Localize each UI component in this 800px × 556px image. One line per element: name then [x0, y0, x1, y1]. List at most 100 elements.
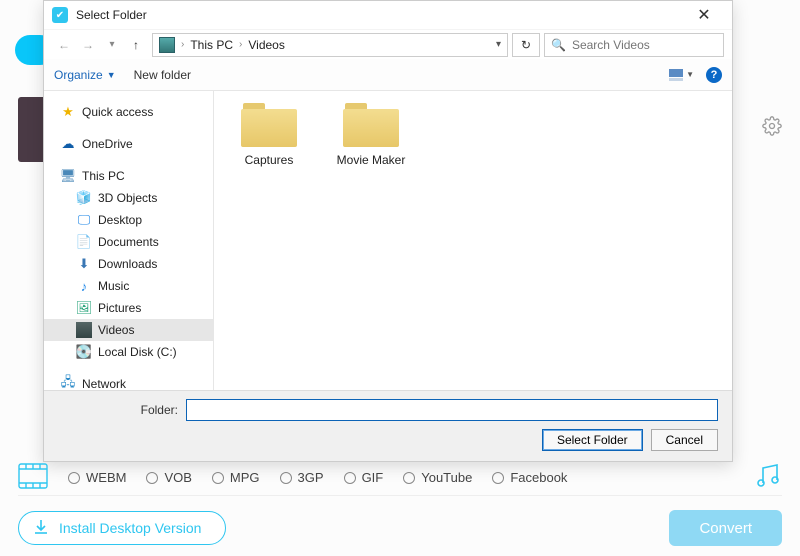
music-icon[interactable]	[754, 463, 782, 492]
download-icon	[33, 519, 49, 538]
folder-icon	[241, 103, 297, 147]
chevron-down-icon[interactable]: ▾	[496, 39, 501, 50]
format-label: WEBM	[86, 470, 126, 485]
tree-label: Downloads	[98, 257, 157, 271]
search-box[interactable]: 🔍	[544, 33, 724, 57]
help-icon[interactable]: ?	[706, 67, 722, 83]
gear-icon[interactable]	[762, 116, 782, 139]
format-facebook[interactable]: Facebook	[492, 470, 567, 485]
picture-icon: 🖼	[76, 300, 92, 316]
folder-captures[interactable]: Captures	[232, 103, 306, 167]
download-icon: ⬇	[76, 256, 92, 272]
format-row: WEBM VOB MPG 3GP GIF YouTube Facebook	[18, 460, 782, 496]
network-icon: 🖧	[60, 376, 76, 390]
music-note-icon: ♪	[76, 278, 92, 294]
select-folder-dialog: ✔ Select Folder ✕ ← → ▾ ↑ › This PC › Vi…	[43, 0, 733, 462]
bottom-row: Install Desktop Version Convert	[18, 510, 782, 546]
tree-this-pc[interactable]: 🖥 This PC	[44, 165, 213, 187]
radio-icon	[68, 472, 80, 484]
tree-onedrive[interactable]: ☁ OneDrive	[44, 133, 213, 155]
recent-locations-button[interactable]: ▾	[100, 33, 124, 57]
tree-label: Quick access	[82, 105, 153, 119]
folder-content[interactable]: Captures Movie Maker	[214, 91, 732, 390]
radio-icon	[146, 472, 158, 484]
app-icon: ✔	[52, 7, 68, 23]
format-vob[interactable]: VOB	[146, 470, 191, 485]
format-label: Facebook	[510, 470, 567, 485]
folder-label: Movie Maker	[334, 153, 408, 167]
organize-menu[interactable]: Organize ▼	[54, 68, 116, 82]
format-label: VOB	[164, 470, 191, 485]
tree-label: Local Disk (C:)	[98, 345, 177, 359]
folder-icon	[343, 103, 399, 147]
film-strip-icon[interactable]	[18, 463, 48, 492]
radio-icon	[492, 472, 504, 484]
tree-pictures[interactable]: 🖼 Pictures	[44, 297, 213, 319]
format-youtube[interactable]: YouTube	[403, 470, 472, 485]
cube-icon: 🧊	[76, 190, 92, 206]
breadcrumb[interactable]: › This PC › Videos ▾	[152, 33, 508, 57]
cloud-icon: ☁	[60, 136, 76, 152]
desktop-icon: 🖵	[76, 212, 92, 228]
tree-local-disk[interactable]: 💽 Local Disk (C:)	[44, 341, 213, 363]
film-icon	[76, 322, 92, 338]
format-gif[interactable]: GIF	[344, 470, 384, 485]
chevron-down-icon: ▼	[686, 70, 694, 79]
organize-label: Organize	[54, 68, 103, 82]
tree-network[interactable]: 🖧 Network	[44, 373, 213, 390]
tree-label: Network	[82, 377, 126, 390]
new-folder-button[interactable]: New folder	[134, 68, 191, 82]
folder-input[interactable]	[186, 399, 718, 421]
tree-3d-objects[interactable]: 🧊 3D Objects	[44, 187, 213, 209]
tree-downloads[interactable]: ⬇ Downloads	[44, 253, 213, 275]
tree-label: Documents	[98, 235, 159, 249]
install-desktop-button[interactable]: Install Desktop Version	[18, 511, 226, 545]
tree-label: This PC	[82, 169, 125, 183]
close-icon[interactable]: ✕	[684, 5, 724, 25]
tree-label: 3D Objects	[98, 191, 157, 205]
chevron-down-icon: ▼	[107, 70, 116, 80]
dialog-title: Select Folder	[76, 8, 147, 22]
tree-videos[interactable]: Videos	[44, 319, 213, 341]
folder-movie-maker[interactable]: Movie Maker	[334, 103, 408, 167]
document-icon: 📄	[76, 234, 92, 250]
select-folder-button[interactable]: Select Folder	[542, 429, 643, 451]
tree-label: Music	[98, 279, 129, 293]
format-label: YouTube	[421, 470, 472, 485]
chevron-right-icon: ›	[179, 39, 186, 50]
tree-quick-access[interactable]: ★Quick access	[44, 101, 213, 123]
view-options-button[interactable]: ▼	[668, 68, 694, 82]
dialog-footer: Folder: Select Folder Cancel	[44, 390, 732, 461]
tree-music[interactable]: ♪ Music	[44, 275, 213, 297]
search-icon: 🔍	[551, 38, 566, 52]
format-label: MPG	[230, 470, 260, 485]
up-button[interactable]: ↑	[124, 33, 148, 57]
radio-icon	[403, 472, 415, 484]
breadcrumb-this-pc[interactable]: This PC	[190, 38, 233, 52]
format-mpg[interactable]: MPG	[212, 470, 260, 485]
breadcrumb-videos[interactable]: Videos	[248, 38, 284, 52]
search-input[interactable]	[572, 38, 717, 52]
tree-label: Videos	[98, 323, 134, 337]
folder-field-label: Folder:	[58, 403, 178, 417]
back-button[interactable]: ←	[52, 33, 76, 57]
install-label: Install Desktop Version	[59, 520, 201, 536]
tree-label: Pictures	[98, 301, 141, 315]
tree-documents[interactable]: 📄 Documents	[44, 231, 213, 253]
format-webm[interactable]: WEBM	[68, 470, 126, 485]
format-label: 3GP	[298, 470, 324, 485]
cancel-button[interactable]: Cancel	[651, 429, 718, 451]
chevron-right-icon: ›	[237, 39, 244, 50]
tree-label: OneDrive	[82, 137, 133, 151]
titlebar: ✔ Select Folder ✕	[44, 1, 732, 29]
tree-desktop[interactable]: 🖵 Desktop	[44, 209, 213, 231]
convert-button[interactable]: Convert	[669, 510, 782, 546]
drive-icon: 💽	[76, 344, 92, 360]
refresh-button[interactable]: ↻	[512, 33, 540, 57]
folder-label: Captures	[232, 153, 306, 167]
format-3gp[interactable]: 3GP	[280, 470, 324, 485]
monitor-icon: 🖥	[60, 168, 76, 184]
radio-icon	[280, 472, 292, 484]
forward-button: →	[76, 33, 100, 57]
tree-label: Desktop	[98, 213, 142, 227]
